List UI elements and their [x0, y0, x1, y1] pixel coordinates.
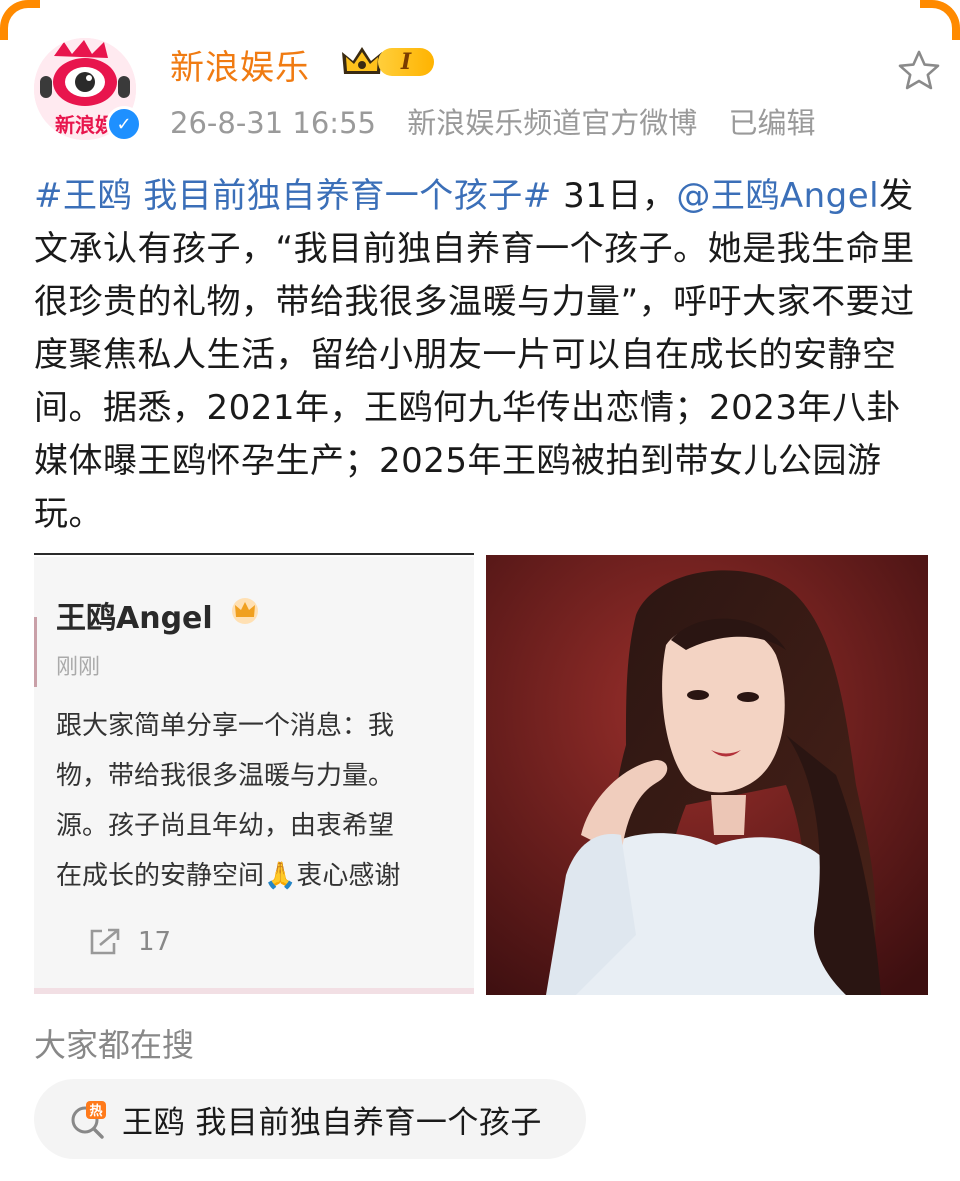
embedded-line: 在成长的安静空间🙏衷心感谢 — [56, 861, 401, 891]
embedded-repost-count: 17 — [88, 927, 171, 957]
content-divider — [34, 553, 474, 555]
post-timestamp: 26-8-31 16:55 — [170, 106, 376, 140]
hot-search-query: 王鸥 我目前独自养育一个孩子 — [122, 1104, 542, 1141]
post-header: 新浪娱 ✓ 新浪娱乐 I 26-8-31 16:55 新浪娱乐频道官方微博 已编… — [34, 34, 940, 144]
embedded-post-time: 刚刚 — [56, 655, 101, 680]
hot-search-icon: 热 — [71, 1101, 106, 1139]
post-meta: 26-8-31 16:55 新浪娱乐频道官方微博 已编辑 — [170, 100, 837, 142]
level-label: I — [378, 48, 434, 76]
embedded-screenshot-image[interactable]: 王鸥Angel 刚刚 跟大家简单分享一个消息：我 物，带给我很多温暖与力量。 源… — [34, 557, 474, 994]
post-text-date: 31日， — [551, 176, 677, 216]
account-name[interactable]: 新浪娱乐 — [170, 40, 310, 89]
svg-text:热: 热 — [89, 1103, 102, 1119]
post-source[interactable]: 新浪娱乐频道官方微博 — [407, 106, 697, 140]
embedded-line: 物，带给我很多温暖与力量。 — [56, 761, 395, 791]
crown-icon — [232, 598, 258, 624]
screenshot-edge — [34, 617, 37, 687]
screenshot-bottom-edge — [34, 988, 474, 994]
repost-count: 17 — [138, 927, 172, 957]
portrait-photo-image — [486, 555, 928, 995]
embedded-line: 跟大家简单分享一个消息：我 — [56, 711, 395, 741]
post-text-main: 发文承认有孩子，“我目前独自养育一个孩子。她是我生命里很珍贵的礼物，带给我很多温… — [34, 176, 915, 534]
edited-label[interactable]: 已编辑 — [728, 106, 815, 140]
vip-level-badge[interactable]: I — [340, 42, 434, 82]
mention-link[interactable]: @王鸥Angel — [676, 176, 879, 216]
verified-badge-icon: ✓ — [106, 106, 142, 142]
topic-link[interactable]: #王鸥 我目前独自养育一个孩子# — [34, 176, 552, 216]
post-body: #王鸥 我目前独自养育一个孩子# 31日，@王鸥Angel发文承认有孩子，“我目… — [34, 170, 934, 541]
embedded-author-name: 王鸥Angel — [56, 601, 213, 636]
portrait-photo[interactable] — [486, 555, 928, 995]
embedded-line: 源。孩子尚且年幼，由衷希望 — [56, 811, 395, 841]
repost-icon — [90, 928, 120, 955]
embedded-post-text: 跟大家简单分享一个消息：我 物，带给我很多温暖与力量。 源。孩子尚且年幼，由衷希… — [56, 701, 474, 901]
star-outline-icon[interactable] — [896, 48, 942, 94]
trending-search-title: 大家都在搜 — [34, 1026, 195, 1064]
hot-search-chip[interactable]: 热 王鸥 我目前独自养育一个孩子 — [34, 1079, 586, 1159]
